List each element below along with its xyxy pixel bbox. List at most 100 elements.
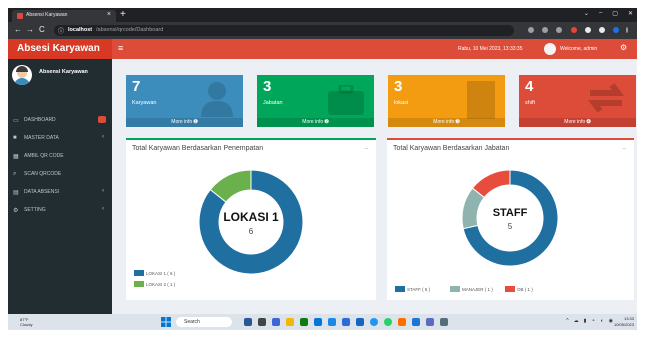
sidebar-item-dashboard[interactable]: ▭ DASHBOARD [8, 111, 112, 129]
wifi-icon[interactable]: ⚬ [591, 318, 595, 324]
stat-label: shift [525, 100, 536, 106]
windows-start-icon[interactable] [161, 317, 171, 327]
taskbar-search[interactable]: Search [176, 317, 232, 327]
sidebar-toggle-icon[interactable]: ≡ [118, 43, 123, 53]
center-label: LOKASI 1 [223, 210, 279, 224]
zoom-icon[interactable] [528, 27, 534, 33]
side-panel-icon[interactable] [599, 27, 605, 33]
settings-gear-icon[interactable]: ⚙ [620, 43, 627, 52]
legend-swatch [134, 270, 144, 276]
extensions-puzzle-icon[interactable] [585, 27, 591, 33]
vscode-icon[interactable] [356, 318, 364, 326]
show-hidden-icons[interactable]: ^ [566, 318, 568, 324]
chevron-left-icon: ‹ [102, 206, 104, 212]
legend-swatch [505, 286, 515, 292]
stat-box-shift: 4 shift More info ➍ [519, 75, 636, 127]
more-info-link[interactable]: More info ➍ [519, 118, 636, 127]
welcome-text[interactable]: Welcome, admin [560, 46, 597, 52]
legend-label: LOKASI 2 ( 1 ) [146, 281, 176, 287]
xampp-icon[interactable] [398, 318, 406, 326]
stat-box-jabatan: 3 Jabatan More info ➋ [257, 75, 374, 127]
weather-widget[interactable]: 87°F Cloudy [20, 317, 32, 327]
legend-label: OB ( 1 ) [517, 286, 533, 292]
app-icon[interactable] [440, 318, 448, 326]
table-icon: ▤ [13, 189, 19, 196]
os-taskbar: 87°F Cloudy Search ^ ☁ ▮ ⚬ ◐ ◉ 13:33 10/… [8, 314, 637, 330]
browser-menu-icon[interactable] [626, 27, 628, 33]
screen: Absensi Karyawan × + ⌄ – ▢ ✕ ← → C ⓘ loc… [8, 8, 637, 330]
task-view-icon[interactable] [244, 318, 252, 326]
sidebar-item-data-absensi[interactable]: ▤ DATA ABSENSI ‹ [8, 183, 112, 201]
notification-badge [98, 116, 106, 123]
notification-icon[interactable]: ◉ [609, 318, 613, 324]
whatsapp-icon[interactable] [384, 318, 392, 326]
mail-icon[interactable] [328, 318, 336, 326]
battery-icon[interactable]: ▮ [584, 318, 587, 324]
more-info-link[interactable]: More info ➌ [388, 118, 505, 127]
url-path: /absensi/qrcode/Dashboard [96, 27, 164, 33]
more-info-link[interactable]: More info ➊ [126, 118, 243, 127]
sidebar-item-ambil-qr-code[interactable]: ▦ AMBIL QR CODE [8, 147, 112, 165]
back-button[interactable]: ← [14, 25, 22, 34]
gear-icon: ⚙ [13, 207, 19, 214]
store-icon[interactable] [314, 318, 322, 326]
sidebar-item-label: MASTER DATA [24, 135, 59, 141]
new-tab-button[interactable]: + [120, 9, 126, 21]
widgets-icon[interactable] [258, 318, 266, 326]
minimize-button[interactable]: – [365, 146, 368, 152]
chat-icon[interactable] [272, 318, 280, 326]
taskbar-clock[interactable]: 13:33 10/05/2023 [614, 316, 634, 327]
bookmark-star-icon[interactable] [556, 27, 562, 33]
stat-value: 3 [263, 78, 272, 95]
address-bar[interactable]: ⓘ localhost /absensi/qrcode/Dashboard [54, 25, 514, 36]
app-brand[interactable]: Absesi Karyawan [8, 39, 112, 59]
volume-icon[interactable]: ◐ [601, 318, 604, 324]
legend-item[interactable]: STAFF ( 5 ) [395, 286, 430, 292]
sidebar-item-label: SETTING [24, 207, 46, 213]
sidebar-item-master-data[interactable]: ■ MASTER DATA ‹ [8, 129, 112, 147]
minimize-button[interactable]: – [599, 10, 602, 17]
app-icon[interactable] [426, 318, 434, 326]
legend-swatch [395, 286, 405, 292]
search-icon: ⌕ [13, 170, 17, 177]
chevron-left-icon: ‹ [102, 134, 104, 140]
legend-item[interactable]: OB ( 1 ) [505, 286, 533, 292]
minimize-button[interactable]: – [623, 146, 626, 152]
building-icon [467, 81, 495, 119]
cloud-icon[interactable]: ☁ [574, 318, 579, 324]
legend-label: MANAJER ( 1 ) [462, 286, 493, 292]
legend-item[interactable]: LOKASI 2 ( 1 ) [134, 281, 175, 287]
user-avatar-icon[interactable] [544, 43, 556, 55]
tab-search-icon[interactable]: ⌄ [584, 10, 589, 17]
site-info-icon[interactable]: ⓘ [58, 26, 64, 35]
telegram-icon[interactable] [412, 318, 420, 326]
database-icon: ■ [13, 135, 17, 141]
forward-button[interactable]: → [26, 25, 34, 34]
legend-label: LOKASI 1 ( 6 ) [146, 270, 176, 276]
stat-label: lokasi [394, 100, 409, 106]
more-info-link[interactable]: More info ➋ [257, 118, 374, 127]
file-explorer-icon[interactable] [286, 318, 294, 326]
sidebar-user-panel: Absensi Karyawan [12, 65, 112, 91]
extension-icon[interactable] [571, 27, 577, 33]
app-window: Absesi Karyawan ≡ Rabu, 10 Mei 2023, 13:… [8, 39, 637, 314]
share-icon[interactable] [542, 27, 548, 33]
close-tab-icon[interactable]: × [107, 11, 111, 18]
close-window-button[interactable]: ✕ [628, 10, 633, 17]
sidebar-item-scan-qrcode[interactable]: ⌕ SCAN QRCODE [8, 165, 112, 183]
legend-item[interactable]: LOKASI 1 ( 6 ) [134, 270, 175, 276]
chrome-icon[interactable] [370, 318, 378, 326]
legend-item[interactable]: MANAJER ( 1 ) [450, 286, 493, 292]
edge-icon[interactable] [300, 318, 308, 326]
exchange-icon [588, 83, 624, 113]
qrcode-icon: ▦ [13, 153, 19, 160]
word-icon[interactable] [342, 318, 350, 326]
maximize-button[interactable]: ▢ [612, 10, 618, 17]
reload-button[interactable]: C [39, 25, 45, 34]
browser-tab[interactable]: Absensi Karyawan × [12, 10, 116, 22]
sidebar-item-setting[interactable]: ⚙ SETTING ‹ [8, 201, 112, 219]
profile-icon[interactable] [613, 27, 619, 33]
doughnut-chart: STAFF 5 [461, 169, 559, 267]
panel-title: Total Karyawan Berdasarkan Jabatan [393, 145, 510, 152]
sidebar-menu: ▭ DASHBOARD ■ MASTER DATA ‹ ▦ AMBIL QR C… [8, 111, 112, 219]
